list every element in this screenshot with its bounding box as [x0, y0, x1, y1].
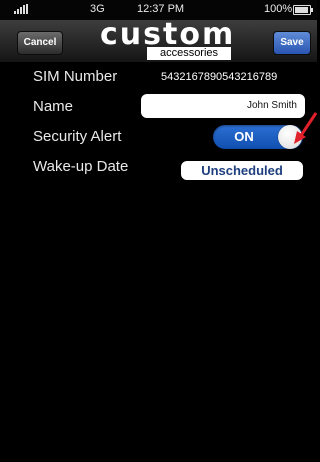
sim-number-row: SIM Number 5432167890543216789	[0, 62, 317, 92]
network-type: 3G	[90, 3, 105, 15]
battery-percent: 100%	[264, 3, 293, 15]
battery-icon	[293, 5, 313, 15]
wakeup-date-label: Wake-up Date	[33, 158, 129, 175]
security-alert-toggle[interactable]: ON	[213, 125, 303, 149]
wakeup-date-row: Wake-up Date Unscheduled	[0, 152, 317, 182]
cancel-button[interactable]: Cancel	[17, 31, 63, 55]
red-arrow-indicator-icon	[294, 112, 317, 144]
sim-number-value: 5432167890543216789	[161, 71, 278, 83]
logo-sub-text: accessories	[147, 47, 231, 60]
name-input[interactable]: John Smith	[141, 94, 305, 118]
phone-screen: 3G 12:37 PM 100% Cancel custom accessori…	[0, 0, 317, 462]
status-time: 12:37 PM	[137, 3, 185, 15]
security-alert-label: Security Alert	[33, 128, 122, 145]
signal-strength-icon	[14, 4, 28, 14]
security-alert-row: Security Alert ON	[0, 122, 317, 152]
name-label: Name	[33, 98, 74, 115]
name-row: Name John Smith	[0, 92, 317, 122]
navigation-bar: Cancel custom accessories Save	[0, 19, 317, 63]
wakeup-date-button[interactable]: Unscheduled	[181, 161, 303, 180]
toggle-state-label: ON	[234, 129, 254, 144]
custom-accessories-logo: custom accessories	[100, 19, 234, 61]
save-button[interactable]: Save	[273, 31, 311, 55]
sim-number-label: SIM Number	[33, 68, 118, 85]
